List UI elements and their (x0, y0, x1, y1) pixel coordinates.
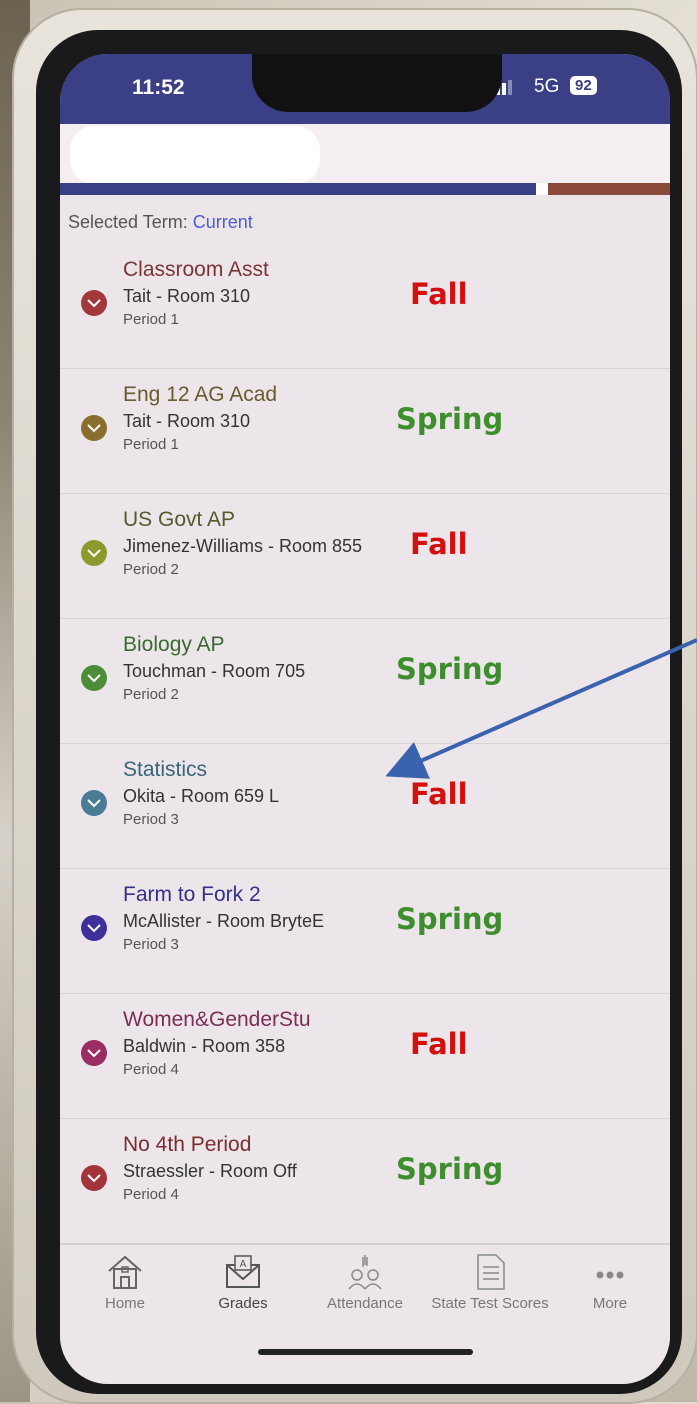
notch (252, 54, 502, 112)
annotation-arrow (385, 638, 697, 779)
annotation-arrow-line (385, 638, 697, 779)
